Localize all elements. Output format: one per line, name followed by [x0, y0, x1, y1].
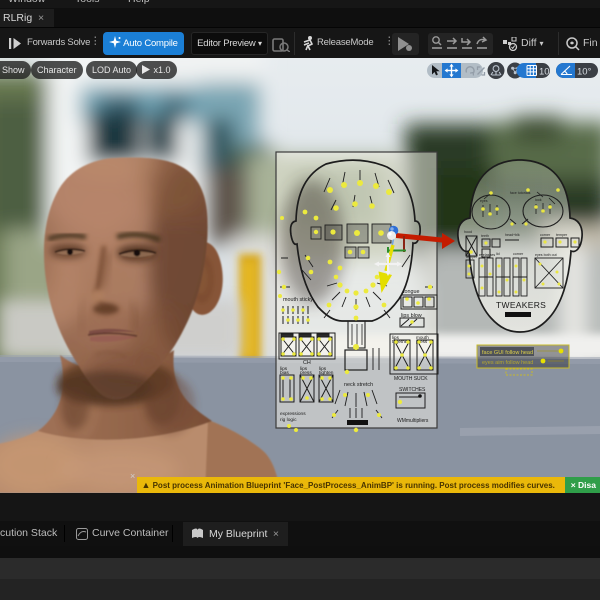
svg-text:TWEAKERS: TWEAKERS — [496, 300, 546, 310]
svg-text:look: look — [535, 198, 542, 202]
svg-text:eyes aim follow head: eyes aim follow head — [482, 360, 533, 366]
svg-text:lips blow: lips blow — [401, 313, 422, 319]
svg-text:10°: 10° — [577, 67, 592, 78]
svg-text:head+blk: head+blk — [505, 233, 520, 237]
svg-text:press: press — [300, 370, 312, 376]
svg-text:corner: corner — [540, 233, 551, 237]
svg-text:SWITCHES: SWITCHES — [399, 387, 426, 393]
svg-text:CH: CH — [303, 360, 311, 366]
svg-text:hood: hood — [464, 230, 472, 234]
svg-text:teeth: teeth — [481, 234, 489, 238]
svg-text:tighten: tighten — [319, 370, 334, 376]
svg-text:10: 10 — [539, 67, 550, 78]
svg-text:expressions: expressions — [280, 411, 306, 417]
svg-text:tongue: tongue — [403, 289, 420, 295]
svg-text:WMmultipliers: WMmultipliers — [397, 418, 429, 424]
svg-text:neck stretch: neck stretch — [344, 382, 373, 388]
svg-text:rig logic: rig logic — [280, 417, 297, 423]
svg-text:face GUI follow head: face GUI follow head — [482, 350, 533, 356]
svg-text:temper: temper — [556, 233, 568, 237]
svg-text:lid: lid — [496, 252, 500, 256]
svg-text:temper: temper — [466, 255, 478, 259]
svg-text:mouth sticky: mouth sticky — [283, 297, 313, 303]
svg-text:MOUTH SUCK: MOUTH SUCK — [394, 376, 428, 382]
svg-text:bias: bias — [280, 370, 289, 376]
svg-text:eyes: eyes — [480, 199, 488, 203]
svg-text:corner: corner — [513, 252, 524, 256]
svg-text:eyes both out: eyes both out — [535, 253, 557, 257]
svg-text:eyelashes: eyelashes — [479, 253, 495, 257]
